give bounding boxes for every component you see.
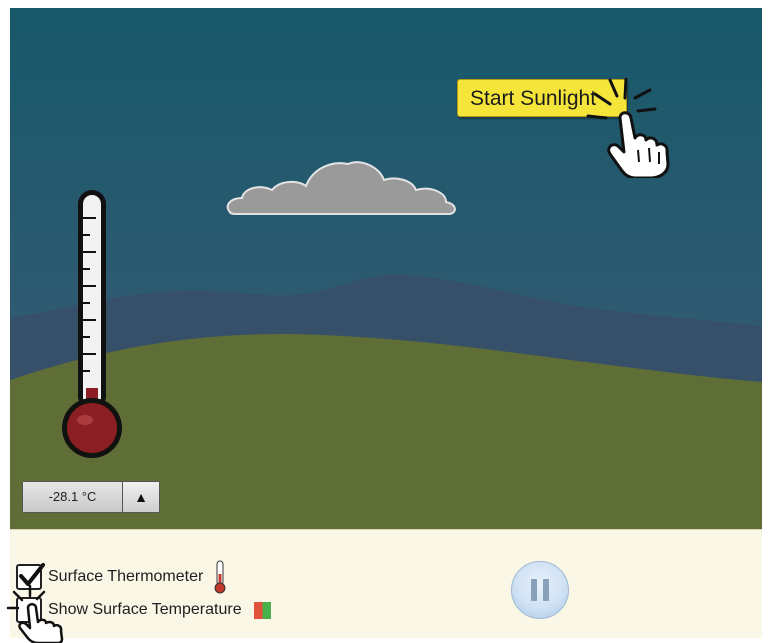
click-burst-ray <box>633 88 652 100</box>
surface-thermometer[interactable] <box>56 188 128 463</box>
control-panel: Surface Thermometer Show Surface Tempera… <box>10 529 762 638</box>
click-burst-ray <box>593 92 612 106</box>
pause-button[interactable] <box>511 561 569 619</box>
pause-icon <box>531 579 537 601</box>
hand-pointer-icon <box>586 78 670 178</box>
cloud <box>226 161 456 215</box>
temperature-readout: -28.1 °C ▲ <box>22 481 160 513</box>
thermometer-bulb <box>67 403 117 453</box>
click-burst-ray <box>608 78 619 98</box>
simulation-scene: Start Sunlight -28.1 °C ▲ <box>10 8 762 529</box>
show-surface-temperature-label: Show Surface Temperature <box>48 601 242 618</box>
greenhouse-simulation: Start Sunlight -28.1 °C ▲ Surface Thermo… <box>10 8 762 638</box>
thermometer-icon <box>214 560 226 594</box>
hand-pointer-icon <box>6 584 64 643</box>
color-swatch-icon <box>253 601 271 619</box>
temperature-value: -28.1 °C <box>23 482 122 512</box>
click-burst-ray <box>586 114 608 120</box>
up-arrow-icon[interactable]: ▲ <box>122 482 159 512</box>
click-burst-ray <box>636 107 657 113</box>
pause-icon <box>543 579 549 601</box>
click-burst-ray <box>623 78 628 100</box>
